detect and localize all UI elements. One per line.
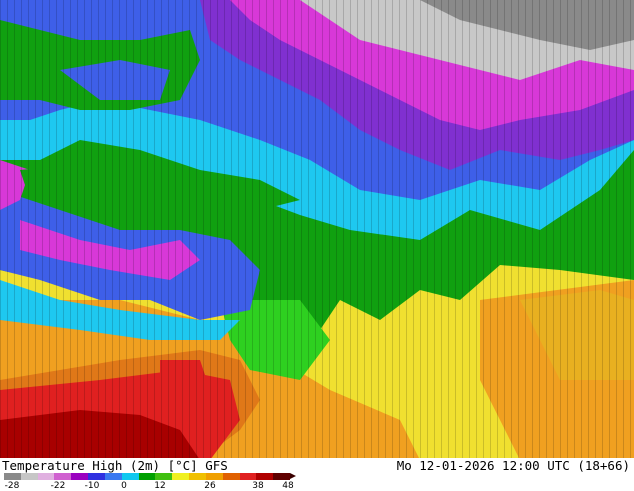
- colorbar-arrow: [290, 473, 296, 479]
- colorbar-segment: [256, 473, 274, 480]
- contour-hatch-overlay: [0, 0, 634, 458]
- colorbar-segment: [273, 473, 291, 480]
- valid-time: Mo 12-01-2026 12:00 UTC (18+66): [396, 458, 630, 473]
- colorbar-segment: [205, 473, 223, 480]
- colorbar-segment: [155, 473, 173, 480]
- colorbar-segment: [4, 473, 21, 480]
- colorbar-segment: [104, 473, 122, 480]
- colorbar-segment: [172, 473, 190, 480]
- colorbar-segment: [138, 473, 156, 480]
- colorbar-segment: [222, 473, 240, 480]
- colorbar-segment: [20, 473, 38, 480]
- colorbar-segment: [37, 473, 55, 480]
- map-title: Temperature High (2m) [°C] GFS: [2, 458, 228, 473]
- colorbar-segment: [88, 473, 105, 480]
- temperature-map: [0, 0, 634, 458]
- colorbar-segment: [71, 473, 89, 480]
- colorbar-segment: [239, 473, 257, 480]
- colorbar-segment: [121, 473, 139, 480]
- colorbar-segment: [54, 473, 72, 480]
- colorbar-segment: [189, 473, 206, 480]
- map-footer: Temperature High (2m) [°C] GFS Mo 12-01-…: [0, 458, 634, 491]
- colorbar: [4, 473, 291, 480]
